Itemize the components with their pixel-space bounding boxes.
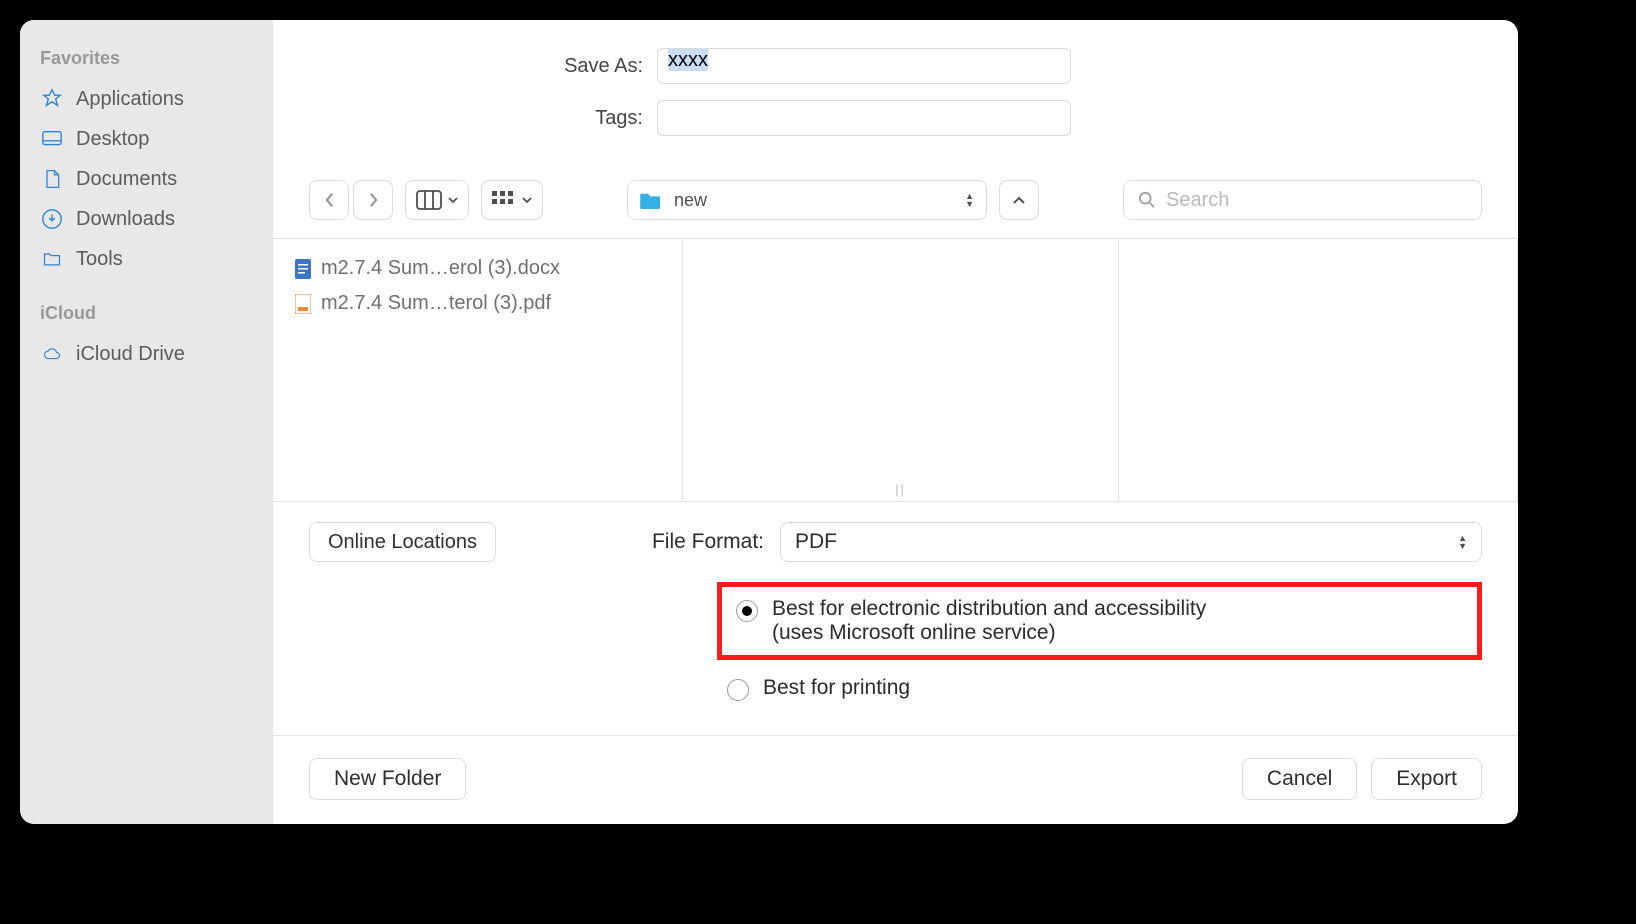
downloads-icon — [40, 207, 64, 231]
radio-unchecked-icon — [727, 679, 749, 701]
sidebar-item-documents[interactable]: Documents — [30, 159, 263, 199]
sidebar-section-icloud: iCloud — [30, 297, 263, 334]
sidebar-item-label: Downloads — [76, 208, 175, 231]
back-button[interactable] — [309, 180, 349, 220]
sidebar-section-favorites: Favorites — [30, 42, 263, 79]
bottom-bar: New Folder Cancel Export — [273, 735, 1518, 822]
updown-icon: ▲▼ — [1458, 534, 1467, 550]
folder-name: new — [674, 190, 707, 211]
sidebar-item-label: Desktop — [76, 128, 149, 151]
chevron-down-icon — [448, 197, 458, 204]
sidebar-item-desktop[interactable]: Desktop — [30, 119, 263, 159]
option-electronic-line1: Best for electronic distribution and acc… — [772, 597, 1206, 621]
option-electronic-line2: (uses Microsoft online service) — [772, 621, 1206, 645]
file-column-2[interactable]: || — [683, 239, 1119, 501]
option-electronic[interactable]: Best for electronic distribution and acc… — [717, 582, 1482, 660]
export-button[interactable]: Export — [1371, 758, 1482, 800]
cancel-button[interactable]: Cancel — [1242, 758, 1357, 800]
collapse-button[interactable] — [999, 180, 1039, 220]
updown-icon: ▲▼ — [965, 192, 974, 208]
group-button[interactable] — [481, 180, 543, 220]
toolbar: new ▲▼ Search — [273, 166, 1518, 238]
sidebar-item-downloads[interactable]: Downloads — [30, 199, 263, 239]
sidebar: Favorites Applications Desktop Documents… — [20, 20, 273, 824]
cloud-icon — [40, 342, 64, 366]
sidebar-item-label: Tools — [76, 248, 123, 271]
view-columns-button[interactable] — [405, 180, 469, 220]
sidebar-item-label: iCloud Drive — [76, 343, 185, 366]
documents-icon — [40, 167, 64, 191]
forward-button[interactable] — [353, 180, 393, 220]
file-format-label: File Format: — [652, 530, 764, 554]
format-area: Online Locations File Format: PDF ▲▼ Bes… — [273, 502, 1518, 735]
tags-label: Tags: — [313, 107, 643, 130]
sidebar-item-label: Applications — [76, 88, 184, 111]
main-panel: Save As: xxxx Tags: — [273, 20, 1518, 824]
chevron-right-icon — [368, 192, 379, 208]
file-column-3[interactable] — [1119, 239, 1518, 501]
column-resize-handle[interactable]: || — [895, 482, 906, 497]
save-as-input[interactable]: xxxx — [657, 48, 1071, 84]
file-format-select[interactable]: PDF ▲▼ — [780, 522, 1482, 562]
file-name: m2.7.4 Sum…erol (3).docx — [321, 257, 560, 280]
new-folder-button[interactable]: New Folder — [309, 758, 466, 800]
pdf-file-icon — [293, 294, 313, 314]
folder-icon — [40, 247, 64, 271]
sidebar-item-applications[interactable]: Applications — [30, 79, 263, 119]
top-fields: Save As: xxxx Tags: — [273, 20, 1518, 166]
save-dialog: Favorites Applications Desktop Documents… — [20, 20, 1518, 824]
sidebar-item-icloud-drive[interactable]: iCloud Drive — [30, 334, 263, 374]
sidebar-item-label: Documents — [76, 168, 177, 191]
sidebar-item-tools[interactable]: Tools — [30, 239, 263, 279]
file-name: m2.7.4 Sum…terol (3).pdf — [321, 292, 551, 315]
search-input[interactable]: Search — [1123, 180, 1482, 220]
docx-file-icon — [293, 259, 313, 279]
desktop-icon — [40, 127, 64, 151]
radio-checked-icon — [736, 600, 758, 622]
folder-icon — [640, 191, 662, 209]
applications-icon — [40, 87, 64, 111]
file-row[interactable]: m2.7.4 Sum…terol (3).pdf — [293, 286, 662, 321]
grid-icon — [492, 191, 516, 209]
save-as-label: Save As: — [313, 55, 643, 78]
save-as-value: xxxx — [668, 49, 708, 71]
folder-dropdown[interactable]: new ▲▼ — [627, 180, 987, 220]
option-printing[interactable]: Best for printing — [717, 668, 1482, 709]
online-locations-button[interactable]: Online Locations — [309, 522, 496, 562]
chevron-up-icon — [1012, 195, 1026, 205]
chevron-down-icon — [522, 197, 532, 204]
option-printing-label: Best for printing — [763, 676, 910, 700]
chevron-left-icon — [324, 192, 335, 208]
columns-icon — [416, 190, 442, 210]
file-format-value: PDF — [795, 530, 837, 554]
file-column-1[interactable]: m2.7.4 Sum…erol (3).docx m2.7.4 Sum…tero… — [273, 239, 683, 501]
search-icon — [1138, 191, 1156, 209]
file-browser: m2.7.4 Sum…erol (3).docx m2.7.4 Sum…tero… — [273, 238, 1518, 502]
tags-input[interactable] — [657, 100, 1071, 136]
pdf-options: Best for electronic distribution and acc… — [309, 582, 1482, 709]
search-placeholder: Search — [1166, 189, 1229, 212]
file-row[interactable]: m2.7.4 Sum…erol (3).docx — [293, 251, 662, 286]
